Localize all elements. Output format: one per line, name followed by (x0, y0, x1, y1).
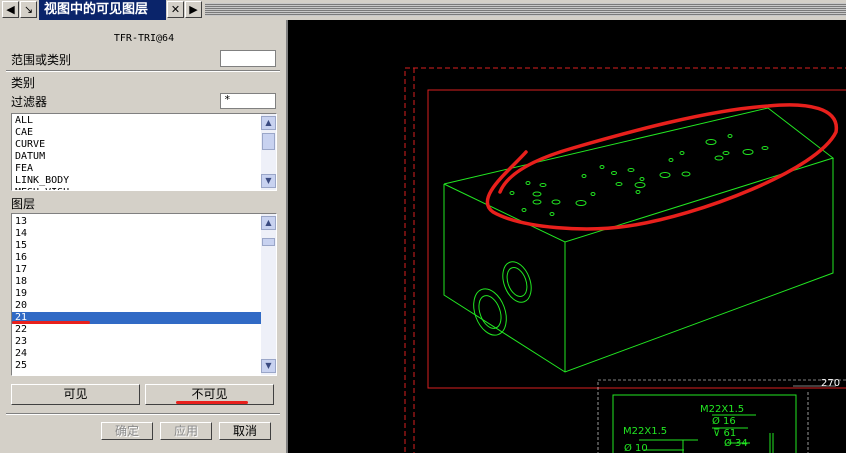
scroll-down-icon[interactable]: ▼ (261, 174, 276, 188)
close-icon[interactable]: ✕ (167, 1, 184, 18)
tab-bar: ◀ ↘ 视图中的可见图层 ✕ ▶ (0, 0, 846, 20)
layer-list[interactable]: 13 14 15 16 17 18 19 20 21 22 23 24 25 ▲ ▼ (11, 213, 277, 376)
visible-button[interactable]: 可见 (11, 384, 140, 405)
separator (6, 413, 280, 415)
layer-list-item[interactable]: 20 (12, 300, 276, 312)
category-label: 类别 (11, 76, 36, 90)
scroll-up-icon[interactable]: ▲ (261, 116, 276, 130)
dialog-title-tab[interactable]: 视图中的可见图层 (39, 0, 166, 20)
ok-button[interactable]: 确定 (101, 422, 153, 440)
red-circle-annotation (485, 103, 838, 231)
scroll-up-icon[interactable]: ▲ (261, 216, 276, 230)
layer-list-scrollbar[interactable]: ▲ ▼ (261, 214, 276, 375)
separator (6, 70, 280, 72)
layer-list-item[interactable]: 16 (12, 252, 276, 264)
dimension-text: 270 (821, 378, 840, 389)
red-underline-annotation (12, 321, 90, 324)
top-face-holes (509, 134, 769, 216)
prev-tab-icon[interactable]: ◀ (2, 1, 19, 18)
scroll-down-icon[interactable]: ▼ (261, 359, 276, 373)
graphics-canvas[interactable]: 270 M22X1.5 Ø 16 ⊽ 61 M22X1.5 Ø 34 Ø 10 (288, 20, 846, 453)
view-boundary (427, 89, 846, 389)
tab-strip-divider (205, 3, 846, 16)
layer-list-item[interactable]: 25 (12, 360, 276, 372)
layer-list-item[interactable]: 22 (12, 324, 276, 336)
tab-menu-icon[interactable]: ↘ (20, 1, 37, 18)
category-list-item[interactable]: ALL (12, 115, 276, 127)
block-model (443, 107, 835, 373)
layer-list-item[interactable]: 24 (12, 348, 276, 360)
category-list-item[interactable]: CAE (12, 127, 276, 139)
red-underline-annotation (176, 401, 248, 404)
range-category-label: 范围或类别 (11, 53, 72, 67)
layer-list-item[interactable]: 23 (12, 336, 276, 348)
dimension-text: M22X1.5 (623, 426, 667, 437)
apply-button[interactable]: 应用 (160, 422, 212, 440)
category-list-item[interactable]: FEA (12, 163, 276, 175)
dimension-text: Ø 34 (724, 437, 748, 449)
category-list-item[interactable]: LINK_BODY (12, 175, 276, 187)
scroll-thumb[interactable] (262, 133, 275, 150)
dimension-text: Ø 16 (712, 415, 736, 427)
category-list-scrollbar[interactable]: ▲ ▼ (261, 114, 276, 190)
layer-list-item[interactable]: 15 (12, 240, 276, 252)
layer-list-item[interactable]: 17 (12, 264, 276, 276)
layers-label: 图层 (11, 197, 36, 211)
category-list-item[interactable]: MESH_VISH (12, 187, 276, 190)
filter-input[interactable]: * (220, 93, 276, 109)
layer-list-item[interactable]: 18 (12, 276, 276, 288)
range-category-input[interactable] (220, 50, 276, 67)
filter-label: 过滤器 (11, 95, 48, 109)
visible-layers-dialog: TFR-TRI@64 范围或类别 类别 过滤器 * ALL CAE CURVE DAT… (0, 20, 288, 453)
dimension-text: Ø 10 (624, 442, 648, 453)
scroll-thumb[interactable] (262, 238, 275, 246)
next-tab-icon[interactable]: ▶ (185, 1, 202, 18)
part-name-label: TFR-TRI@64 (113, 33, 175, 44)
category-list-item[interactable]: DATUM (12, 151, 276, 163)
layer-list-item[interactable]: 13 (12, 216, 276, 228)
dimension-text: M22X1.5 (700, 404, 744, 415)
category-list[interactable]: ALLCAECURVEDATUMFEALINK_BODYMESH_VISH ▲ … (11, 113, 277, 191)
cancel-button[interactable]: 取消 (219, 422, 271, 440)
layer-list-item[interactable]: 19 (12, 288, 276, 300)
category-list-item[interactable]: CURVE (12, 139, 276, 151)
layer-list-item[interactable]: 14 (12, 228, 276, 240)
